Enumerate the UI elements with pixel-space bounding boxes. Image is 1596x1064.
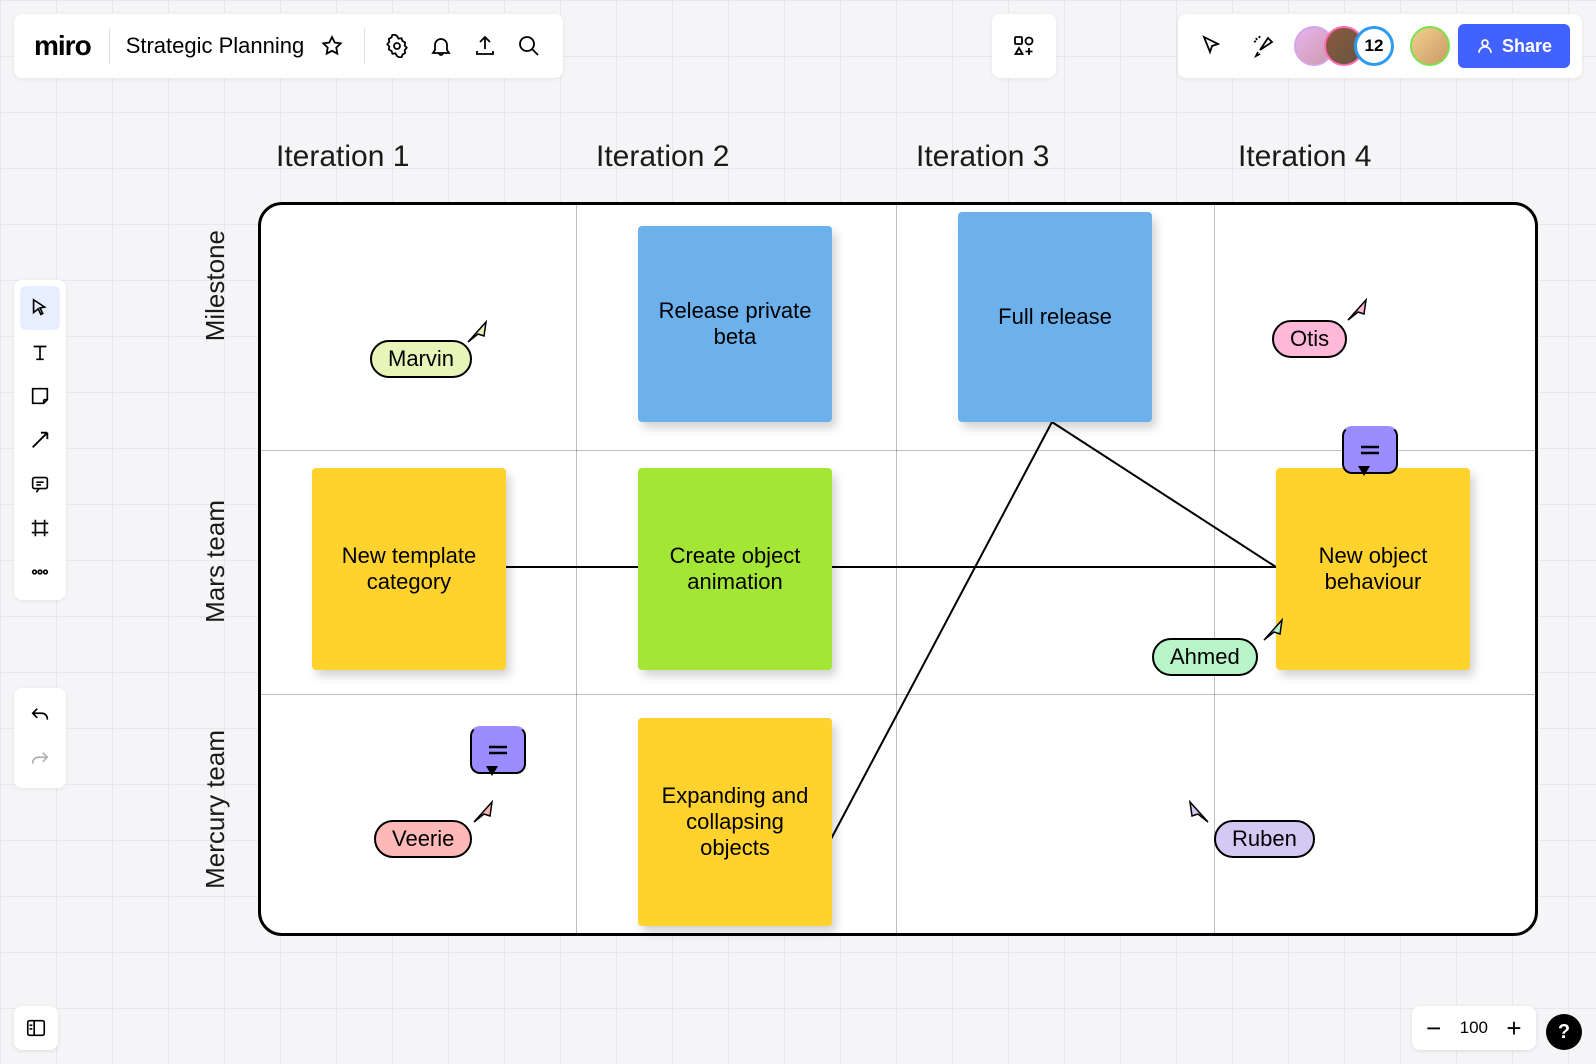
cursor-icon — [466, 318, 492, 344]
row-header[interactable]: Mercury team — [200, 730, 231, 889]
sticky-note[interactable]: New object behaviour — [1276, 468, 1470, 670]
cursor-icon — [1262, 616, 1288, 642]
sticky-note[interactable]: Expanding and collapsing objects — [638, 718, 832, 926]
zoom-in-button[interactable]: + — [1502, 1013, 1526, 1044]
row-header[interactable]: Milestone — [200, 230, 231, 341]
cursor-icon — [1346, 296, 1372, 322]
comment-icon[interactable] — [1342, 426, 1398, 474]
column-header[interactable]: Iteration 4 — [1238, 140, 1371, 174]
column-header[interactable]: Iteration 1 — [276, 140, 409, 174]
zoom-level[interactable]: 100 — [1460, 1018, 1488, 1038]
user-cursor-label: Veerie — [374, 820, 472, 858]
canvas[interactable]: Iteration 1 Iteration 2 Iteration 3 Iter… — [0, 0, 1596, 1064]
user-cursor-label: Marvin — [370, 340, 472, 378]
row-header[interactable]: Mars team — [200, 500, 231, 623]
panel-toggle-button[interactable] — [14, 1006, 58, 1050]
sticky-note[interactable]: Full release — [958, 212, 1152, 422]
cursor-icon — [1186, 798, 1212, 824]
zoom-controls: − 100 + — [1412, 1006, 1536, 1050]
cursor-icon — [472, 798, 498, 824]
user-cursor-label: Ahmed — [1152, 638, 1258, 676]
sticky-note[interactable]: Release private beta — [638, 226, 832, 422]
help-button[interactable]: ? — [1546, 1014, 1582, 1050]
column-header[interactable]: Iteration 3 — [916, 140, 1049, 174]
comment-icon[interactable] — [470, 726, 526, 774]
zoom-out-button[interactable]: − — [1422, 1013, 1446, 1044]
sticky-note[interactable]: New template category — [312, 468, 506, 670]
user-cursor-label: Ruben — [1214, 820, 1315, 858]
user-cursor-label: Otis — [1272, 320, 1347, 358]
column-header[interactable]: Iteration 2 — [596, 140, 729, 174]
sticky-note[interactable]: Create object animation — [638, 468, 832, 670]
